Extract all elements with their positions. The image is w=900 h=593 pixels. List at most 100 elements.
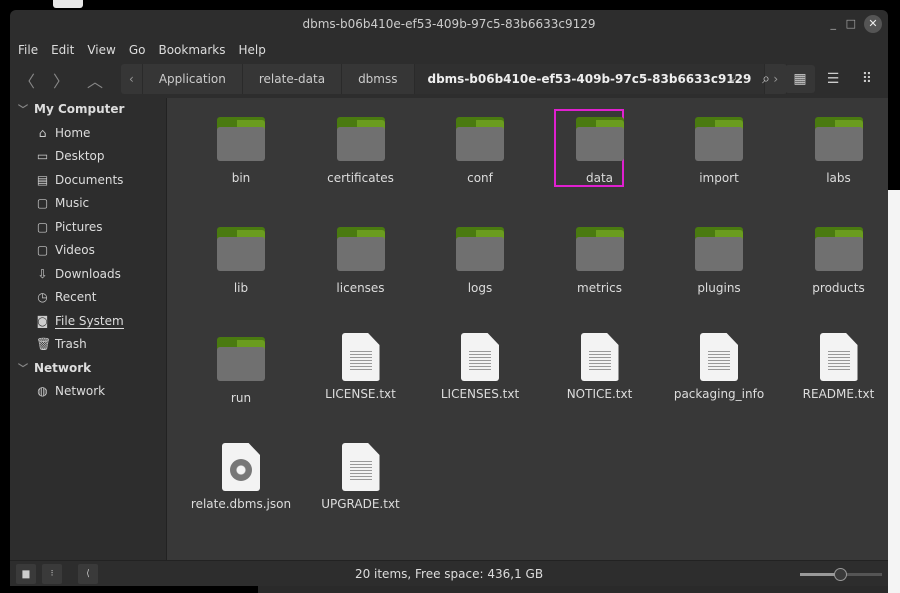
file-item[interactable]: relate.dbms.json (186, 443, 296, 511)
file-manager-window: dbms-b06b410e-ef53-409b-97c5-83b6633c912… (10, 10, 888, 586)
download-icon: ⇩ (37, 266, 48, 281)
file-name: metrics (577, 281, 622, 295)
file-item[interactable]: logs (425, 227, 535, 295)
menu-go[interactable]: Go (129, 43, 146, 57)
background-window (258, 585, 888, 593)
file-name: LICENSE.txt (325, 387, 396, 401)
sidebar-item-label: Documents (55, 172, 124, 187)
title-bar: dbms-b06b410e-ef53-409b-97c5-83b6633c912… (10, 10, 888, 38)
menu-file[interactable]: File (18, 43, 38, 57)
sidebar-item-home[interactable]: ⌂ Home (10, 122, 166, 146)
file-name: NOTICE.txt (566, 387, 633, 401)
zoom-slider-handle[interactable] (834, 568, 847, 581)
file-name: packaging_info (673, 387, 765, 401)
file-item[interactable]: labs (784, 117, 889, 185)
up-button[interactable]: ︿ (78, 68, 112, 92)
section-title: My Computer (34, 102, 125, 116)
json-file-icon (222, 443, 260, 491)
file-item[interactable]: LICENSES.txt (425, 333, 535, 401)
sidebar-item-desktop[interactable]: ▭ Desktop (10, 145, 166, 169)
menu-view[interactable]: View (87, 43, 115, 57)
menu-help[interactable]: Help (239, 43, 266, 57)
folder-icon (695, 227, 743, 271)
menu-bar: File Edit View Go Bookmarks Help (10, 38, 888, 62)
breadcrumb-item[interactable]: Application (143, 64, 243, 94)
toggle-location-icon[interactable]: ⤶ (718, 65, 748, 93)
folder-icon (217, 337, 265, 381)
text-file-icon (341, 333, 380, 381)
file-item[interactable]: NOTICE.txt (545, 333, 655, 401)
text-file-icon (341, 443, 380, 491)
file-name: data (585, 171, 614, 185)
breadcrumb-scroll-left[interactable]: ‹ (121, 64, 143, 94)
breadcrumb-item[interactable]: relate-data (243, 64, 343, 94)
background-tab (53, 0, 83, 8)
folder-icon: ▢ (36, 243, 49, 257)
file-item[interactable]: licenses (306, 227, 416, 295)
trash-icon: 🗑 (36, 337, 52, 351)
menu-bookmarks[interactable]: Bookmarks (158, 43, 225, 57)
drive-icon: ◙ (36, 313, 49, 328)
sidebar-item-recent[interactable]: ◷ Recent (10, 286, 166, 310)
folder-icon (336, 227, 385, 271)
sidebar-item-pictures[interactable]: ▢ Pictures (10, 216, 166, 240)
forward-button[interactable]: 〉 (44, 68, 78, 92)
globe-icon: ◍ (37, 384, 48, 398)
folder-icon (217, 117, 265, 161)
file-item[interactable]: packaging_info (664, 333, 774, 401)
file-item[interactable]: data (545, 117, 655, 185)
sidebar-item-file-system[interactable]: ◙ File System (10, 310, 166, 334)
sidebar-item-network[interactable]: ◍ Network (10, 380, 166, 404)
file-name: logs (467, 281, 493, 295)
icon-view-button[interactable]: ▦ (785, 65, 815, 93)
chevron-down-icon: ﹀ (18, 363, 28, 375)
sidebar-item-downloads[interactable]: ⇩ Downloads (10, 263, 166, 287)
compact-view-button[interactable]: ⠿ (852, 65, 882, 93)
sidebar-item-music[interactable]: ▢ Music (10, 192, 166, 216)
zoom-slider[interactable] (800, 568, 882, 581)
file-item[interactable]: products (784, 227, 889, 295)
sidebar-item-label: Downloads (55, 266, 121, 281)
file-item[interactable]: run (186, 337, 296, 405)
status-bar: ▆ ⁝ ⟨ 20 items, Free space: 436,1 GB (10, 560, 888, 586)
sidebar-item-videos[interactable]: ▢ Videos (10, 239, 166, 263)
file-name: bin (231, 171, 251, 185)
file-item[interactable]: bin (186, 117, 296, 185)
sidebar-section-header[interactable]: ﹀ My Computer (10, 98, 166, 122)
window-title: dbms-b06b410e-ef53-409b-97c5-83b6633c912… (302, 17, 596, 31)
sidebar-section-header[interactable]: ﹀ Network (10, 357, 166, 381)
status-text: 20 items, Free space: 436,1 GB (354, 567, 544, 581)
file-name: LICENSES.txt (440, 387, 520, 401)
file-item[interactable]: lib (186, 227, 296, 295)
recent-icon: ◷ (37, 290, 48, 304)
file-item[interactable]: plugins (664, 227, 774, 295)
sidebar-item-documents[interactable]: ▤ Documents (10, 169, 166, 193)
file-item[interactable]: import (664, 117, 774, 185)
desktop-icon: ▭ (36, 149, 49, 163)
sidebar-item-trash[interactable]: 🗑 Trash (10, 333, 166, 357)
sidebar-item-label: Videos (55, 243, 95, 257)
file-name: UPGRADE.txt (321, 497, 400, 511)
back-button[interactable]: 〈 (10, 68, 44, 92)
file-item[interactable]: README.txt (784, 333, 889, 401)
sidebar-item-label: Desktop (55, 149, 105, 163)
file-item[interactable]: metrics (545, 227, 655, 295)
sidebar-item-label: File System (55, 313, 124, 329)
maximize-button[interactable]: □ (846, 10, 856, 38)
sidebar-item-label: Trash (55, 337, 87, 351)
list-view-button[interactable]: ☰ (818, 65, 848, 93)
minimize-button[interactable]: _ (831, 10, 837, 38)
menu-edit[interactable]: Edit (51, 43, 74, 57)
file-item[interactable]: conf (425, 117, 535, 185)
folder-icon: ▢ (36, 196, 49, 210)
text-file-icon (819, 333, 858, 381)
close-button[interactable]: ✕ (864, 15, 882, 33)
file-item[interactable]: UPGRADE.txt (306, 443, 416, 511)
file-item[interactable]: LICENSE.txt (306, 333, 416, 401)
breadcrumb-item[interactable]: dbms-b06b410e-ef53-409b-97c5-83b6633c912… (414, 64, 766, 94)
folder-icon (456, 117, 504, 161)
file-item[interactable]: certificates (306, 117, 416, 185)
breadcrumb-item[interactable]: dbmss (342, 64, 415, 94)
search-icon[interactable]: ⌕ (751, 65, 781, 93)
chevron-down-icon: ﹀ (18, 105, 28, 116)
